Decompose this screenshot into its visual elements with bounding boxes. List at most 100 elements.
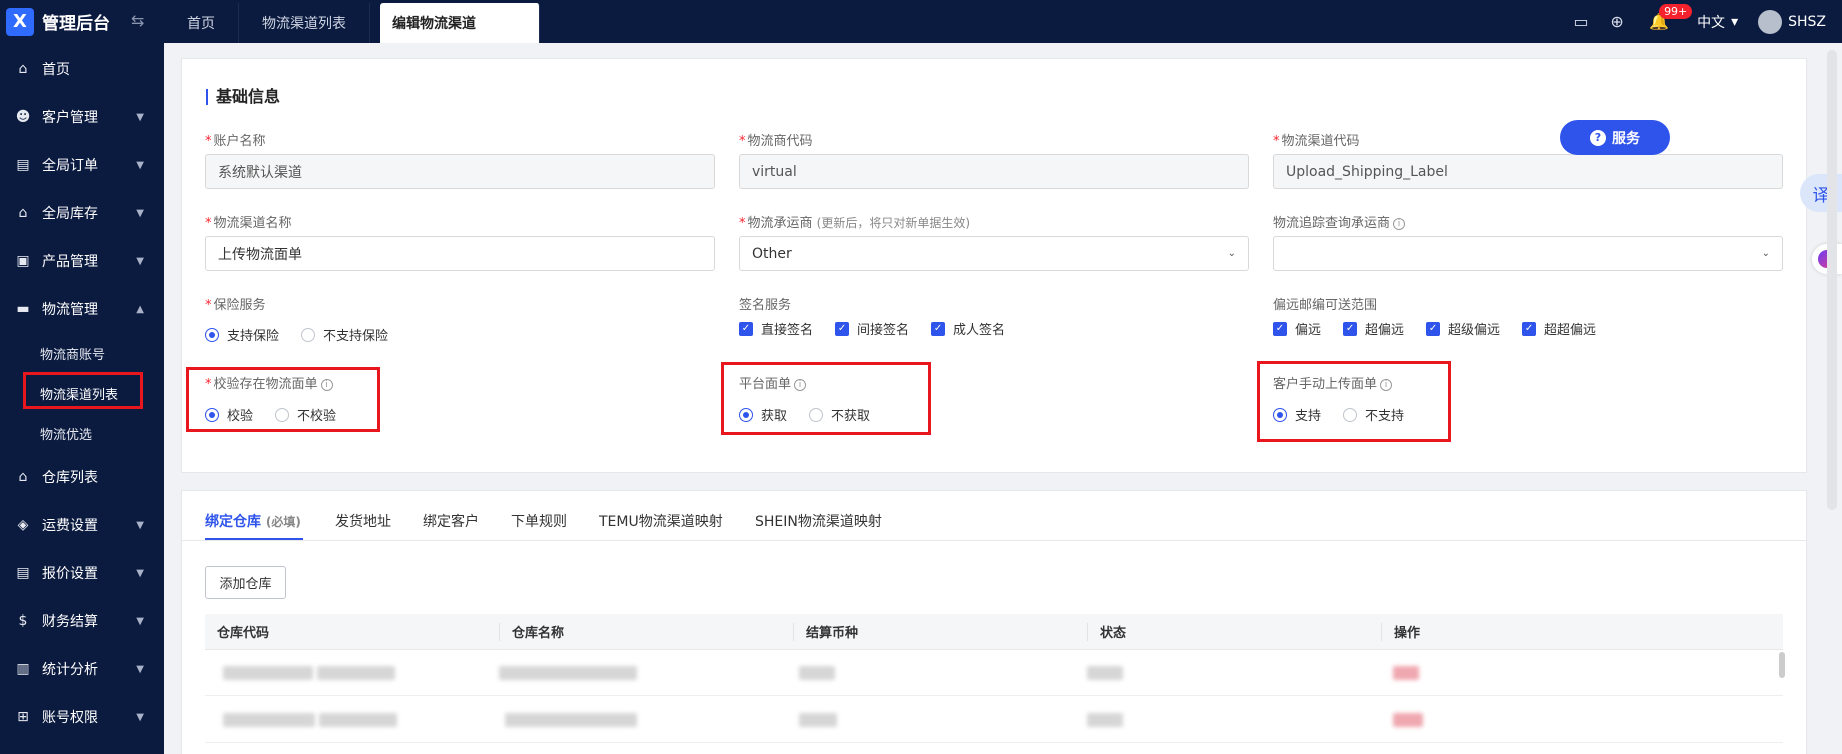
tab-ship-address[interactable]: 发货地址: [335, 511, 391, 531]
collapse-sidebar-icon[interactable]: ⇆: [131, 11, 144, 30]
sidebar-item-finance[interactable]: $ 财务结算 ▼: [0, 597, 164, 645]
user-name: SHSZ: [1788, 13, 1826, 30]
remote-label: 偏远邮编可送范围: [1273, 298, 1378, 313]
avatar: [1758, 9, 1783, 34]
user-menu[interactable]: SHSZ: [1758, 9, 1826, 34]
carrier-select[interactable]: Other ⌄: [739, 236, 1249, 271]
signature-direct[interactable]: ✓ 直接签名: [739, 319, 813, 338]
warehouse-icon: ⌂: [18, 469, 28, 485]
freight-icon: ◈: [17, 517, 29, 533]
redacted-cell: [223, 666, 313, 680]
sidebar-item-permissions[interactable]: ⊞ 账号权限 ▼: [0, 693, 164, 741]
signature-adult[interactable]: ✓ 成人签名: [931, 319, 1005, 338]
page-scrollbar[interactable]: [1827, 50, 1837, 510]
permission-icon: ⊞: [17, 709, 29, 725]
sidebar-item-customers[interactable]: ☻ 客户管理 ▼: [0, 93, 164, 141]
active-tab-indicator: [205, 538, 303, 540]
table-row[interactable]: [205, 697, 1783, 743]
sidebar-item-orders[interactable]: ▤ 全局订单 ▼: [0, 141, 164, 189]
signature-label: 签名服务: [739, 298, 792, 313]
redacted-cell: [223, 713, 315, 727]
check-icon: ✓: [835, 321, 850, 336]
highlight-box: [23, 372, 143, 409]
carrier-hint: (更新后，将只对新单据生效): [816, 216, 971, 230]
app-title: 管理后台: [42, 14, 110, 34]
sidebar-item-label: 全局订单: [42, 158, 98, 174]
chevron-up-icon: ▲: [136, 303, 144, 315]
check-icon: ✓: [1343, 321, 1358, 336]
download-icon[interactable]: ⊕: [1599, 0, 1635, 43]
chevron-down-icon: ▼: [136, 255, 144, 267]
tab-edit-channel[interactable]: 编辑物流渠道: [380, 3, 540, 43]
sidebar-item-products[interactable]: ▣ 产品管理 ▼: [0, 237, 164, 285]
check-icon: ✓: [1273, 321, 1287, 336]
channel-code-input[interactable]: Upload_Shipping_Label: [1273, 154, 1783, 189]
sidebar-item-home[interactable]: ⌂ 首页: [0, 45, 164, 93]
finance-icon: $: [18, 613, 28, 629]
section-title: 基础信息: [206, 89, 280, 105]
question-icon: ?: [1590, 129, 1606, 146]
app-logo: X: [6, 7, 34, 36]
bell-icon[interactable]: 🔔 99+: [1641, 0, 1693, 43]
table-scrollbar[interactable]: [1779, 652, 1785, 678]
carrier-code-label: * 物流商代码: [739, 134, 813, 149]
remote-option-2[interactable]: ✓ 超偏远: [1343, 319, 1404, 338]
account-name-input[interactable]: 系统默认渠道: [205, 154, 715, 189]
sidebar-item-label: 仓库列表: [42, 470, 98, 486]
tab-shein-mapping[interactable]: SHEIN物流渠道映射: [755, 511, 882, 531]
redacted-action: [1393, 666, 1419, 680]
inventory-icon: ⌂: [18, 205, 28, 221]
chevron-down-icon: ⌄: [1761, 248, 1770, 259]
truck-icon: ▬: [16, 301, 30, 317]
insurance-radio-group: 支持保险 不支持保险: [205, 325, 388, 344]
table-row[interactable]: [205, 650, 1783, 696]
sidebar-item-quotes[interactable]: ▤ 报价设置 ▼: [0, 549, 164, 597]
remote-option-4[interactable]: ✓ 超超偏远: [1522, 319, 1596, 338]
tab-home[interactable]: 首页: [164, 3, 239, 43]
sidebar-item-stats[interactable]: ▥ 统计分析 ▼: [0, 645, 164, 693]
sidebar-item-label: 全局库存: [42, 206, 98, 222]
service-button[interactable]: ? 服务: [1560, 120, 1670, 155]
chevron-down-icon: ▼: [136, 111, 144, 123]
tab-order-rules[interactable]: 下单规则: [511, 511, 567, 531]
radio-checked: [205, 327, 219, 342]
tab-bind-warehouse[interactable]: 绑定仓库 (必填): [205, 511, 301, 531]
sidebar-item-logistics[interactable]: ▬ 物流管理 ▲: [0, 285, 164, 333]
tracking-carrier-select[interactable]: ⌄: [1273, 236, 1783, 271]
sidebar-item-label: 统计分析: [42, 662, 98, 678]
sidebar-sub-preferred[interactable]: 物流优选: [0, 413, 164, 453]
orders-icon: ▤: [16, 157, 30, 173]
stats-icon: ▥: [16, 661, 30, 677]
channel-name-label: * 物流渠道名称: [205, 216, 292, 231]
carrier-code-input[interactable]: virtual: [739, 154, 1249, 189]
top-right-tools: ▭ ⊕ 🔔 99+ 中文 ▾ SHSZ: [1563, 0, 1842, 43]
tab-channel-list[interactable]: 物流渠道列表: [239, 3, 370, 43]
tracking-carrier-label: 物流追踪查询承运商 i: [1273, 212, 1406, 231]
tab-bind-customer[interactable]: 绑定客户: [423, 511, 479, 531]
add-warehouse-button[interactable]: 添加仓库: [205, 566, 286, 599]
sidebar-item-freight[interactable]: ◈ 运费设置 ▼: [0, 501, 164, 549]
channel-name-input[interactable]: 上传物流面单: [205, 236, 715, 271]
remote-option-1[interactable]: ✓ 偏远: [1273, 319, 1321, 338]
signature-indirect[interactable]: ✓ 间接签名: [835, 319, 909, 338]
notification-badge: 99+: [1659, 4, 1693, 19]
radio-unchecked: [301, 327, 316, 342]
insurance-option-no[interactable]: 不支持保险: [301, 325, 388, 344]
remote-option-3[interactable]: ✓ 超级偏远: [1426, 319, 1500, 338]
insurance-option-yes[interactable]: 支持保险: [205, 325, 279, 344]
check-icon: ✓: [931, 321, 946, 336]
col-status: 状态: [1088, 622, 1382, 641]
sidebar-item-inventory[interactable]: ⌂ 全局库存 ▼: [0, 189, 164, 237]
home-icon: ⌂: [18, 61, 28, 77]
table-header: 仓库代码 仓库名称 结算币种 状态 操作: [205, 614, 1783, 650]
inbox-icon[interactable]: ▭: [1563, 0, 1599, 43]
top-bar: X 管理后台 ⇆ 首页 物流渠道列表 编辑物流渠道 ▭ ⊕ 🔔 99+ 中文 ▾…: [0, 0, 1842, 43]
tab-temu-mapping[interactable]: TEMU物流渠道映射: [599, 511, 723, 531]
redacted-cell: [317, 666, 395, 680]
check-icon: ✓: [1522, 321, 1537, 336]
sidebar-item-warehouses[interactable]: ⌂ 仓库列表: [0, 453, 164, 501]
sidebar-sub-carrier-accounts[interactable]: 物流商账号: [0, 333, 164, 373]
carrier-select-value: Other: [752, 245, 792, 262]
sidebar-item-label: 财务结算: [42, 614, 98, 630]
language-select[interactable]: 中文 ▾: [1697, 12, 1738, 32]
